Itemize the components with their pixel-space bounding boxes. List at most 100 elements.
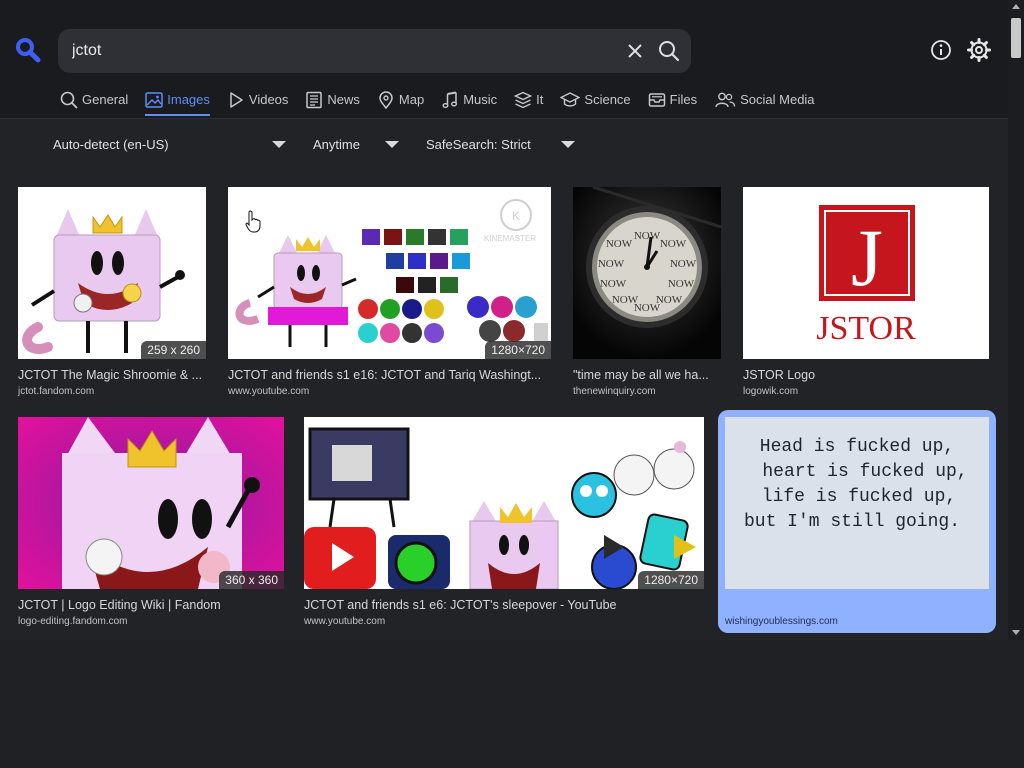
clock-word: NOW: [634, 230, 661, 242]
category-tabs: General Images Videos News Map Music It: [60, 88, 832, 118]
chevron-down-icon: [561, 141, 575, 148]
clock-word: NOW: [598, 258, 625, 270]
image-result[interactable]: K KINEMASTER 1280×720 JCTOT and friends …: [228, 187, 553, 402]
result-thumbnail[interactable]: J JSTOR: [743, 187, 989, 359]
tab-label: News: [327, 92, 360, 107]
result-title[interactable]: JCTOT The Magic Shroomie & ...: [18, 368, 212, 382]
image-result[interactable]: 259 x 260 JCTOT The Magic Shroomie & ...…: [18, 187, 208, 402]
time-range-select[interactable]: Anytime: [313, 130, 405, 158]
chevron-down-icon: [272, 141, 286, 148]
tab-general[interactable]: General: [60, 88, 128, 118]
page-bottom-area: [0, 640, 1024, 768]
search-button[interactable]: [656, 38, 682, 64]
search-box: [58, 29, 691, 73]
result-title[interactable]: JSTOR Logo: [743, 368, 989, 382]
tab-label: Map: [398, 92, 425, 107]
clock-word: NOW: [600, 278, 627, 290]
image-result-selected[interactable]: Head is fucked up, heart is fucked up, l…: [718, 410, 996, 633]
result-source: www.youtube.com: [304, 616, 386, 627]
quote-image: Head is fucked up, heart is fucked up, l…: [744, 437, 968, 532]
image-result[interactable]: NOW NOW NOW NOW NOW NOW NOW NOW NOW NOW …: [573, 187, 723, 402]
tab-label: Music: [463, 92, 498, 107]
image-result[interactable]: J JSTOR JSTOR Logo logowik.com: [743, 187, 991, 402]
clock-word: NOW: [670, 258, 697, 270]
music-note-icon: [442, 91, 458, 108]
quote-line: heart is fucked up,: [762, 462, 967, 482]
magnifier-icon: [60, 91, 78, 109]
cartoon-sleepover-image: [304, 427, 696, 589]
filter-bar: Auto-detect (en-US) Anytime SafeSearch: …: [0, 130, 1008, 160]
newspaper-icon: [306, 91, 323, 109]
scroll-up-arrow-icon[interactable]: [1012, 4, 1020, 9]
result-source: www.youtube.com: [228, 386, 310, 397]
map-pin-icon: [379, 91, 393, 109]
play-icon: [230, 92, 243, 108]
jstor-monogram: J: [851, 212, 883, 303]
close-icon: [628, 44, 642, 58]
tab-files[interactable]: Files: [648, 88, 697, 118]
scrollbar-thumb[interactable]: [1011, 18, 1021, 58]
resolution-badge: 259 x 260: [141, 341, 206, 359]
result-title[interactable]: JCTOT and friends s1 e6: JCTOT's sleepov…: [304, 598, 704, 612]
tab-images[interactable]: Images: [145, 88, 210, 118]
svg-text:K: K: [512, 209, 520, 223]
graduation-cap-icon: [560, 92, 581, 107]
tab-label: General: [82, 92, 129, 107]
tab-map[interactable]: Map: [377, 88, 424, 118]
info-button[interactable]: [929, 38, 953, 62]
gear-icon: [967, 38, 991, 62]
result-thumbnail[interactable]: 259 x 260: [18, 187, 206, 359]
settings-button[interactable]: [966, 37, 992, 63]
tab-label: Images: [167, 92, 210, 107]
result-title[interactable]: JCTOT | Logo Editing Wiki | Fandom: [18, 598, 284, 612]
tab-videos[interactable]: Videos: [227, 88, 289, 118]
result-thumbnail[interactable]: 360 x 360: [18, 417, 284, 589]
tab-label: Science: [584, 92, 631, 107]
tab-news[interactable]: News: [305, 88, 360, 118]
image-result[interactable]: 1280×720 JCTOT and friends s1 e6: JCTOT'…: [304, 417, 706, 632]
layers-icon: [514, 91, 533, 109]
clock-image: NOW NOW NOW NOW NOW NOW NOW NOW NOW NOW: [573, 187, 721, 359]
language-select[interactable]: Auto-detect (en-US): [53, 130, 293, 158]
safesearch-select[interactable]: SafeSearch: Strict: [426, 130, 578, 158]
quote-line: life is fucked up,: [762, 487, 956, 507]
cartoon-collage-image: K KINEMASTER: [235, 199, 548, 347]
result-thumbnail[interactable]: K KINEMASTER 1280×720: [228, 187, 551, 359]
result-source: thenewinquiry.com: [573, 386, 656, 397]
result-source: logowik.com: [743, 386, 799, 397]
resolution-badge: 1280×720: [638, 571, 704, 589]
result-thumbnail[interactable]: Head is fucked up, heart is fucked up, l…: [725, 417, 989, 589]
result-thumbnail[interactable]: NOW NOW NOW NOW NOW NOW NOW NOW NOW NOW: [573, 187, 721, 359]
result-thumbnail[interactable]: 1280×720: [304, 417, 704, 589]
clock-word: NOW: [668, 278, 695, 290]
inbox-icon: [648, 93, 665, 107]
tab-label: Social Media: [740, 92, 815, 107]
tab-label: Videos: [248, 92, 289, 107]
hand-cursor-icon: [245, 210, 261, 233]
users-icon: [715, 92, 736, 108]
image-result[interactable]: 360 x 360 JCTOT | Logo Editing Wiki | Fa…: [18, 417, 286, 632]
clock-word: NOW: [660, 238, 687, 250]
result-title[interactable]: "time may be all we ha...: [573, 368, 721, 382]
info-icon: [931, 40, 951, 60]
scroll-down-arrow-icon[interactable]: [1012, 630, 1020, 635]
tab-social-media[interactable]: Social Media: [714, 88, 815, 118]
result-title[interactable]: JCTOT and friends s1 e16: JCTOT and Tari…: [228, 368, 554, 382]
cartoon-character-closeup-image: [18, 417, 284, 589]
clear-search-button[interactable]: [624, 40, 646, 62]
quote-line: Head is fucked up,: [760, 437, 954, 457]
tab-music[interactable]: Music: [441, 88, 497, 118]
chevron-down-icon: [385, 141, 399, 148]
vertical-scrollbar[interactable]: [1008, 0, 1024, 640]
language-select-value: Auto-detect (en-US): [53, 136, 169, 152]
resolution-badge: 360 x 360: [219, 571, 284, 589]
tab-science[interactable]: Science: [560, 88, 631, 118]
tab-it[interactable]: It: [514, 88, 543, 118]
search-logo-icon[interactable]: [14, 36, 42, 64]
time-range-value: Anytime: [313, 136, 360, 152]
search-input[interactable]: [72, 29, 612, 73]
jstor-wordmark: JSTOR: [816, 310, 916, 347]
jstor-logo-image: J JSTOR: [816, 205, 916, 347]
safesearch-value: SafeSearch: Strict: [426, 136, 531, 152]
result-source: logo-editing.fandom.com: [18, 616, 128, 627]
